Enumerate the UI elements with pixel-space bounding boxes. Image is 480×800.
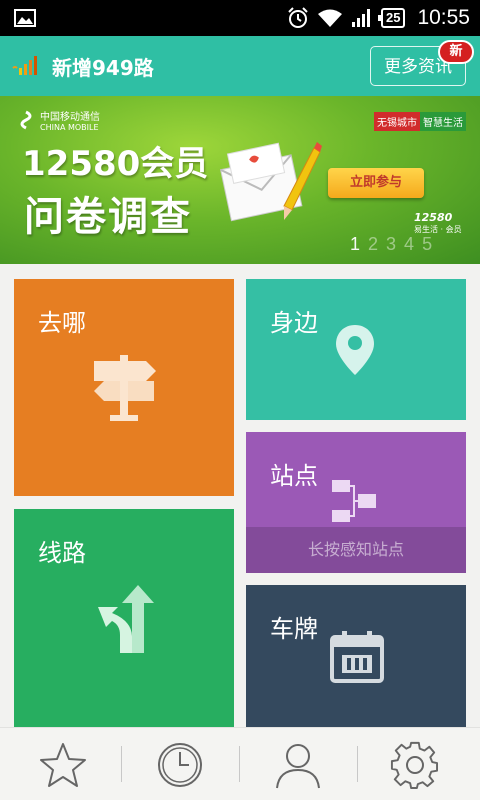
banner-tag-life: 智慧生活 (420, 112, 466, 131)
tile-where-to-go[interactable]: 去哪 (14, 279, 234, 496)
new-badge: 新 (438, 40, 474, 64)
nav-divider (239, 746, 240, 782)
signal-icon (351, 9, 370, 27)
brand-line-1: 12580 (414, 211, 453, 224)
brand-12580: 12580 易生活 · 会员 (414, 212, 462, 236)
envelope-pencil-icon (220, 142, 322, 222)
route-arrows-icon (98, 585, 154, 653)
join-survey-button[interactable]: 立即参与 (328, 168, 424, 198)
tile-routes[interactable]: 线路 (14, 509, 234, 727)
banner-tag-city: 无锡城市 (374, 112, 420, 131)
nav-divider (357, 746, 358, 782)
china-mobile-logo-icon (20, 110, 32, 130)
operator-name-en: CHINA MOBILE (40, 123, 99, 132)
bottom-nav (0, 727, 480, 800)
clock-icon[interactable] (155, 740, 205, 790)
status-bar: 25 10:55 (0, 0, 480, 36)
user-icon[interactable] (273, 740, 323, 790)
banner-headline-1: 12580会员 (22, 144, 209, 184)
settings-gear-icon[interactable] (390, 740, 440, 790)
nav-divider (121, 746, 122, 782)
pager-dot-3[interactable]: 3 (386, 234, 396, 255)
location-pin-icon (336, 325, 374, 375)
tile-label: 身边 (270, 309, 318, 337)
tile-stations[interactable]: 站点 长按感知站点 (246, 432, 466, 573)
battery-icon: 25 (377, 8, 406, 28)
tile-label: 去哪 (38, 309, 86, 337)
tile-label: 车牌 (270, 615, 318, 643)
long-press-hint: 长按感知站点 (246, 527, 466, 573)
promo-banner[interactable]: 中国移动通信 CHINA MOBILE 无锡城市 智慧生活 12580会员 问卷… (0, 96, 480, 264)
banner-pager[interactable]: 1 2 3 4 5 (350, 234, 432, 255)
battery-level: 25 (385, 10, 401, 25)
pager-dot-4[interactable]: 4 (404, 234, 414, 255)
alarm-icon (288, 7, 308, 28)
pager-dot-2[interactable]: 2 (368, 234, 378, 255)
banner-headline-2: 问卷调查 (24, 194, 192, 240)
station-nodes-icon (332, 480, 376, 522)
star-icon[interactable] (38, 740, 88, 790)
calendar-plate-icon (330, 631, 384, 683)
tile-label: 站点 (270, 462, 318, 490)
signpost-icon (94, 355, 156, 421)
tile-license-plate[interactable]: 车牌 (246, 585, 466, 727)
pager-dot-1[interactable]: 1 (350, 234, 360, 255)
operator-name-cn: 中国移动通信 (40, 112, 100, 123)
wifi-icon (317, 9, 342, 27)
pager-dot-5[interactable]: 5 (422, 234, 432, 255)
tile-nearby[interactable]: 身边 (246, 279, 466, 420)
tile-label: 线路 (38, 539, 86, 567)
notice-title[interactable]: 新增949路 (52, 52, 154, 81)
signal-bars-icon (12, 56, 37, 75)
app-header: 新增949路 更多资讯 新 (0, 36, 480, 96)
china-mobile-logo: 中国移动通信 CHINA MOBILE (16, 108, 100, 132)
clock-time: 10:55 (417, 6, 470, 29)
gallery-icon (14, 9, 36, 27)
